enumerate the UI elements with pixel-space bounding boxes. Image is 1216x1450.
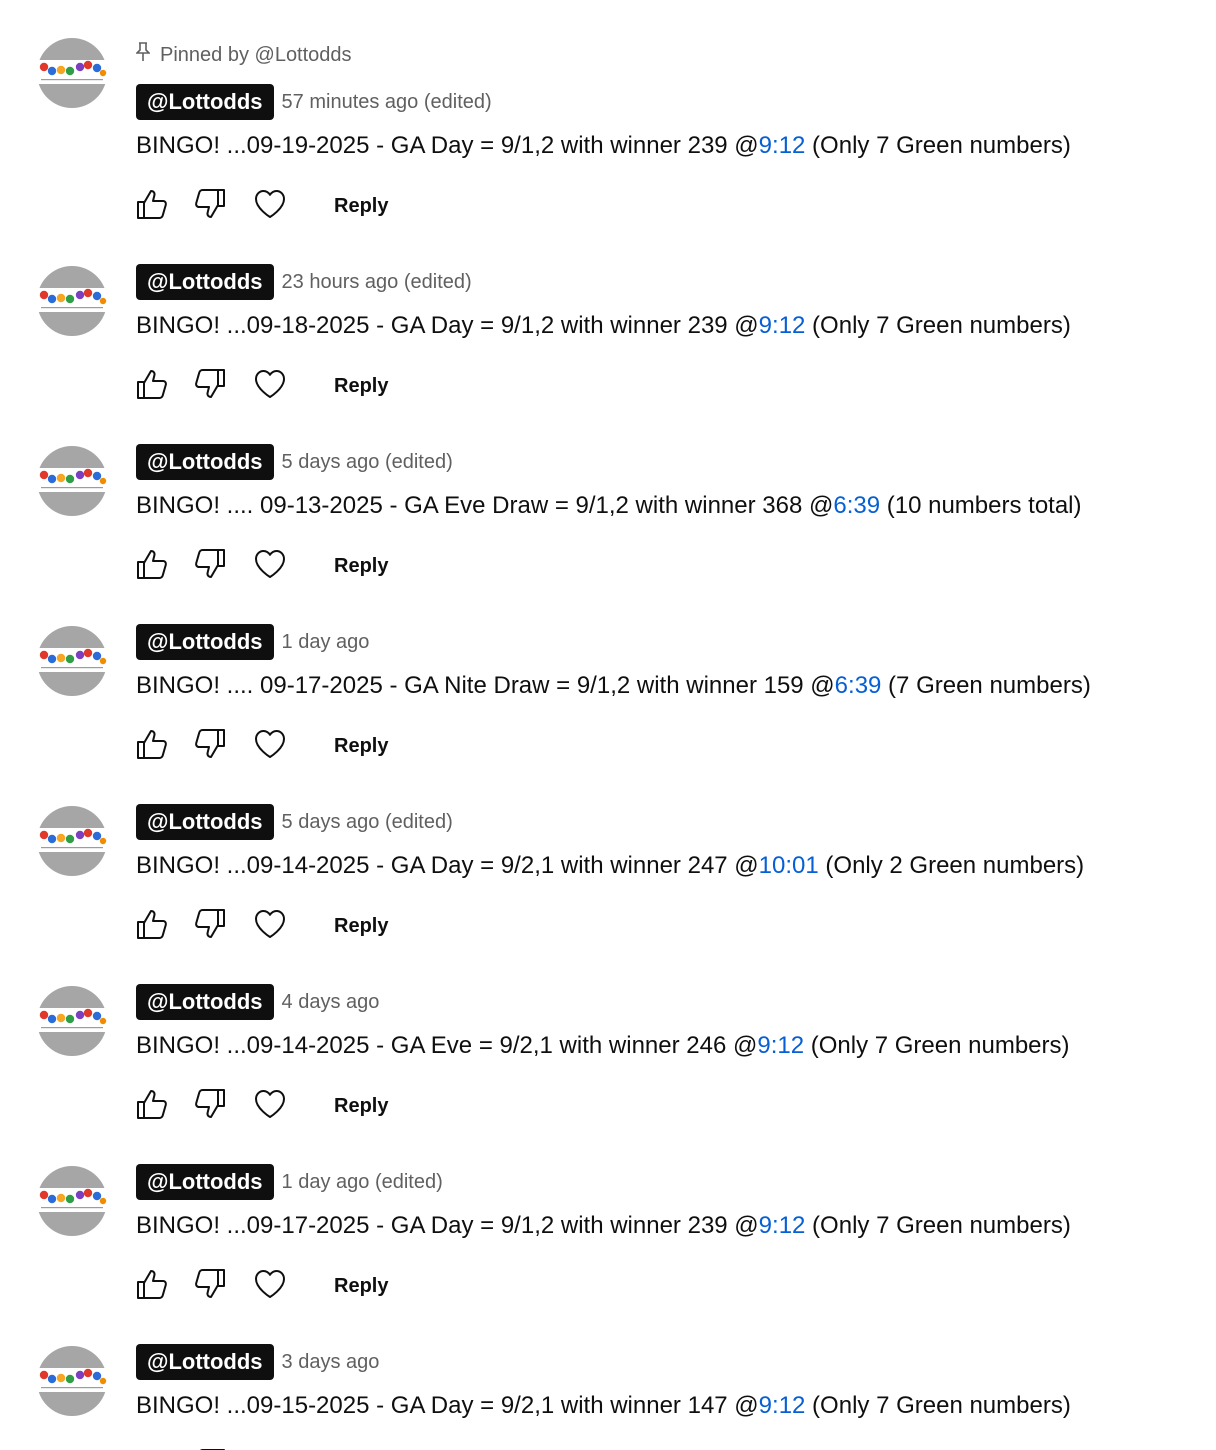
timestamp-link[interactable]: 6:39 [835, 672, 882, 699]
timestamp-link[interactable]: 9:12 [759, 132, 806, 159]
comment-header: @Lottodds 5 days ago (edited) [136, 444, 453, 480]
comment-text: BINGO! ...09-14-2025 - GA Day = 9/2,1 wi… [136, 850, 1084, 882]
author-badge[interactable]: @Lottodds [136, 1164, 274, 1200]
comment-timestamp[interactable]: 3 days ago [282, 1351, 380, 1374]
comment-text: BINGO! ...09-18-2025 - GA Day = 9/1,2 wi… [136, 310, 1071, 342]
comment-text-start: BINGO! .... 09-17-2025 - GA Nite Draw = … [136, 672, 835, 699]
comment-thread: @Lottodds 4 days ago BINGO! ...09-14-202… [0, 900, 1216, 1119]
comment-text-end: (Only 7 Green numbers) [805, 1212, 1071, 1239]
author-badge[interactable]: @Lottodds [136, 1344, 274, 1380]
comment-text-end: (Only 2 Green numbers) [818, 852, 1085, 879]
comment-timestamp[interactable]: 4 days ago [282, 991, 380, 1014]
avatar[interactable] [37, 986, 107, 1056]
timestamp-link[interactable]: 9:12 [759, 312, 806, 339]
comment-text-end: (10 numbers total) [880, 492, 1082, 519]
comment-header: @Lottodds 5 days ago (edited) [136, 804, 453, 840]
avatar[interactable] [37, 1166, 107, 1236]
avatar[interactable] [37, 806, 107, 876]
timestamp-link[interactable]: 9:12 [757, 1032, 804, 1059]
author-badge[interactable]: @Lottodds [136, 264, 274, 300]
comment-text-end: (Only 7 Green numbers) [805, 1392, 1071, 1419]
timestamp-link[interactable]: 6:39 [833, 492, 880, 519]
comment-header: @Lottodds 3 days ago [136, 1344, 379, 1380]
timestamp-link[interactable]: 9:12 [759, 1212, 806, 1239]
comment-text-start: BINGO! ...09-14-2025 - GA Day = 9/2,1 wi… [136, 852, 759, 879]
comment-thread: @Lottodds 1 day ago BINGO! .... 09-17-20… [0, 540, 1216, 759]
comment-header: @Lottodds 4 days ago [136, 984, 379, 1020]
timestamp-link[interactable]: 9:12 [759, 1392, 806, 1419]
dislike-button[interactable] [188, 1444, 232, 1450]
comment-header: @Lottodds 23 hours ago (edited) [136, 264, 472, 300]
comment-text: BINGO! ...09-19-2025 - GA Day = 9/1,2 wi… [136, 130, 1071, 162]
avatar[interactable] [37, 266, 107, 336]
thumb-down-icon [192, 1446, 228, 1450]
comment-timestamp[interactable]: 5 days ago (edited) [282, 811, 453, 834]
thumb-up-icon [134, 1446, 170, 1450]
comment-text: BINGO! .... 09-17-2025 - GA Nite Draw = … [136, 670, 1091, 702]
comment-text: BINGO! ...09-17-2025 - GA Day = 9/1,2 wi… [136, 1210, 1071, 1242]
reply-button[interactable]: Reply [334, 1447, 388, 1450]
comment-text: BINGO! .... 09-13-2025 - GA Eve Draw = 9… [136, 490, 1082, 522]
timestamp-link[interactable]: 10:01 [759, 852, 819, 879]
comment-header: @Lottodds 1 day ago [136, 624, 369, 660]
like-button[interactable] [130, 1444, 174, 1450]
avatar[interactable] [37, 1346, 107, 1416]
comment-text-start: BINGO! ...09-17-2025 - GA Day = 9/1,2 wi… [136, 1212, 759, 1239]
author-badge[interactable]: @Lottodds [136, 84, 274, 120]
comment-text-start: BINGO! ...09-18-2025 - GA Day = 9/1,2 wi… [136, 312, 759, 339]
comment-header: @Lottodds 1 day ago (edited) [136, 1164, 443, 1200]
comment-thread: @Lottodds 5 days ago (edited) BINGO! ...… [0, 360, 1216, 579]
comment-text-end: (7 Green numbers) [881, 672, 1091, 699]
author-badge[interactable]: @Lottodds [136, 444, 274, 480]
comment-text-end: (Only 7 Green numbers) [805, 132, 1071, 159]
comment-list: Pinned by @Lottodds @Lottodds 57 minutes… [0, 0, 1216, 1450]
comment-text-start: BINGO! ...09-14-2025 - GA Eve = 9/2,1 wi… [136, 1032, 758, 1059]
comment-text-end: (Only 7 Green numbers) [804, 1032, 1070, 1059]
heart-button[interactable] [248, 1444, 292, 1450]
comment-actions: Reply [130, 1444, 388, 1450]
comment-thread: @Lottodds 57 minutes ago (edited) BINGO!… [0, 0, 1216, 219]
comment-header: @Lottodds 57 minutes ago (edited) [136, 84, 492, 120]
comment-text-start: BINGO! .... 09-13-2025 - GA Eve Draw = 9… [136, 492, 834, 519]
comment-text: BINGO! ...09-14-2025 - GA Eve = 9/2,1 wi… [136, 1030, 1070, 1062]
comment-timestamp[interactable]: 23 hours ago (edited) [282, 271, 472, 294]
comment-thread: @Lottodds 23 hours ago (edited) BINGO! .… [0, 180, 1216, 399]
author-badge[interactable]: @Lottodds [136, 804, 274, 840]
heart-icon [252, 1446, 288, 1450]
comment-timestamp[interactable]: 1 day ago (edited) [282, 1171, 443, 1194]
avatar[interactable] [37, 38, 107, 108]
comment-thread: @Lottodds 5 days ago (edited) BINGO! ...… [0, 720, 1216, 939]
comment-text-start: BINGO! ...09-15-2025 - GA Day = 9/2,1 wi… [136, 1392, 759, 1419]
author-badge[interactable]: @Lottodds [136, 624, 274, 660]
comment-text-start: BINGO! ...09-19-2025 - GA Day = 9/1,2 wi… [136, 132, 759, 159]
comment-timestamp[interactable]: 5 days ago (edited) [282, 451, 453, 474]
avatar[interactable] [37, 446, 107, 516]
comment-text-end: (Only 7 Green numbers) [805, 312, 1071, 339]
comment-thread: @Lottodds 1 day ago (edited) BINGO! ...0… [0, 1080, 1216, 1299]
comment-thread: @Lottodds 3 days ago BINGO! ...09-15-202… [0, 1260, 1216, 1450]
comment-timestamp[interactable]: 1 day ago [282, 631, 370, 654]
author-badge[interactable]: @Lottodds [136, 984, 274, 1020]
comment-timestamp[interactable]: 57 minutes ago (edited) [282, 91, 492, 114]
avatar[interactable] [37, 626, 107, 696]
comment-text: BINGO! ...09-15-2025 - GA Day = 9/2,1 wi… [136, 1390, 1071, 1422]
